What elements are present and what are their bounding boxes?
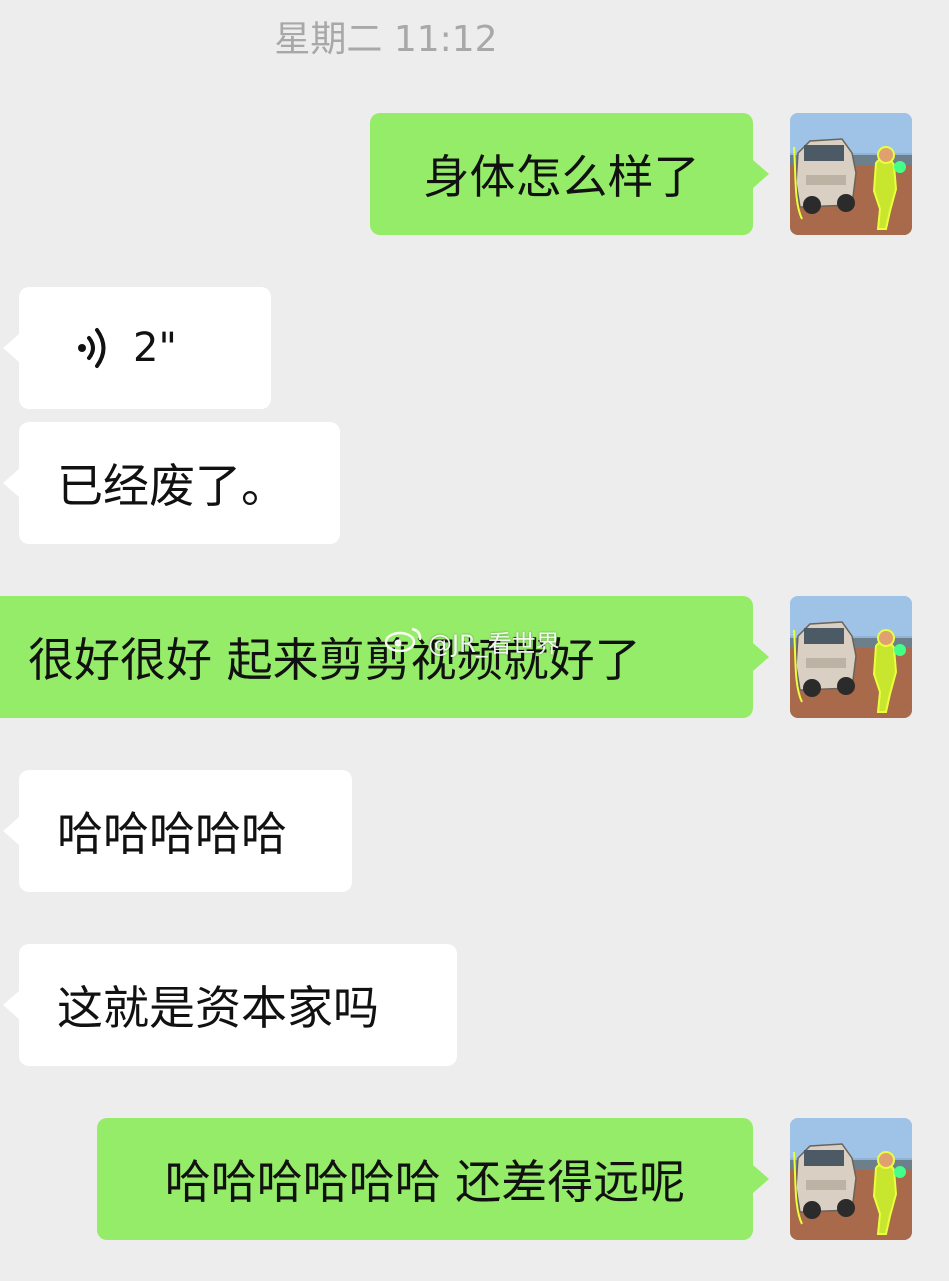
user-avatar-photo (790, 596, 912, 718)
message-bubble-incoming[interactable]: 已经废了。 (3, 422, 340, 544)
message-bubble-outgoing[interactable]: 哈哈哈哈哈哈 还差得远呢 (97, 1118, 769, 1240)
user-avatar-photo (790, 113, 912, 235)
avatar[interactable] (790, 596, 912, 718)
voice-duration: 2" (133, 325, 177, 371)
watermark-text: @JR_看世界 (428, 630, 560, 658)
message-text: 已经废了。 (57, 459, 287, 513)
chat-screen: 星期二 11:12 身体怎么样了 2" 已经废了。 很好很好 起来剪剪视频就好了 (0, 0, 949, 1281)
message-text: 哈哈哈哈哈哈 还差得远呢 (164, 1155, 686, 1209)
message-bubble-outgoing[interactable]: 很好很好 起来剪剪视频就好了 (0, 596, 769, 718)
message-text: 哈哈哈哈哈 (57, 807, 287, 861)
message-text: 这就是资本家吗 (57, 981, 379, 1035)
weibo-logo-icon (384, 626, 424, 658)
voice-wave-icon (75, 327, 111, 369)
watermark: @JR_看世界 (384, 624, 560, 659)
voice-message-bubble[interactable]: 2" (3, 287, 271, 409)
avatar[interactable] (790, 113, 912, 235)
message-bubble-incoming[interactable]: 哈哈哈哈哈 (3, 770, 352, 892)
message-bubble-incoming[interactable]: 这就是资本家吗 (3, 944, 457, 1066)
timestamp: 星期二 11:12 (274, 19, 498, 60)
message-bubble-outgoing[interactable]: 身体怎么样了 (370, 113, 769, 235)
message-text: 身体怎么样了 (423, 150, 700, 204)
avatar[interactable] (790, 1118, 912, 1240)
user-avatar-photo (790, 1118, 912, 1240)
